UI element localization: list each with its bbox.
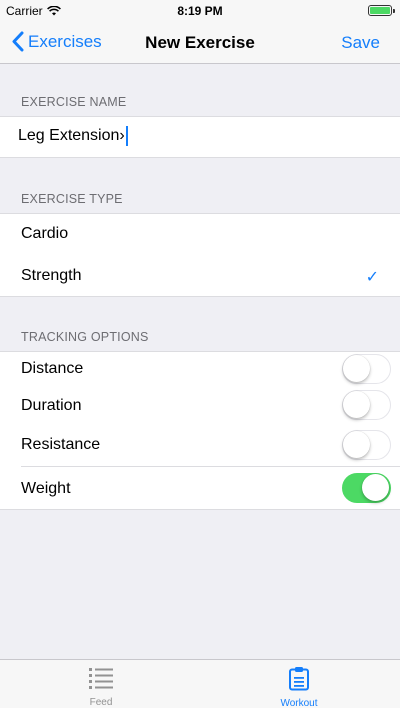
option-label: Cardio — [21, 225, 69, 242]
tracking-row-resistance: Resistance — [0, 425, 400, 466]
tracking-row-weight: Weight — [0, 467, 400, 510]
exercise-name-field[interactable]: Leg Extension› — [18, 126, 128, 146]
exercise-type-option-cardio[interactable]: Cardio — [0, 213, 400, 255]
page-title: New Exercise — [145, 33, 255, 52]
tab-bar: Feed Workout — [0, 659, 400, 708]
tab-workout[interactable]: Workout — [259, 666, 339, 708]
tab-feed[interactable]: Feed — [61, 666, 141, 708]
status-bar: Carrier 8:19 PM — [0, 0, 400, 22]
text-cursor — [125, 126, 128, 146]
toggle-knob — [362, 474, 389, 501]
weight-toggle[interactable] — [342, 473, 391, 503]
distance-toggle[interactable] — [342, 354, 391, 384]
toggle-knob — [343, 355, 370, 382]
exercise-name-value: Leg Extension› — [18, 127, 125, 144]
clipboard-icon — [289, 667, 309, 691]
tab-workout-label: Workout — [280, 698, 318, 708]
tracking-label: Resistance — [21, 436, 101, 453]
status-time: 8:19 PM — [177, 4, 223, 18]
save-button[interactable]: Save — [341, 33, 380, 53]
tracking-label: Distance — [21, 360, 84, 377]
exercise-type-option-strength[interactable]: Strength ✓ — [0, 255, 400, 297]
tab-feed-label: Feed — [89, 697, 113, 708]
tracking-label: Duration — [21, 397, 82, 414]
option-label: Strength — [21, 267, 82, 284]
toggle-knob — [343, 431, 370, 458]
checkmark-icon: ✓ — [365, 269, 379, 286]
resistance-toggle[interactable] — [342, 430, 391, 460]
exercise-type-header: EXERCISE TYPE — [21, 192, 123, 206]
duration-toggle[interactable] — [342, 390, 391, 420]
exercise-name-header: EXERCISE NAME — [21, 95, 127, 109]
tracking-row-distance: Distance — [0, 351, 400, 387]
battery-icon — [368, 5, 395, 16]
tracking-label: Weight — [21, 480, 71, 497]
tracking-options-header: TRACKING OPTIONS — [21, 330, 149, 344]
tracking-row-duration: Duration — [0, 387, 400, 425]
list-icon — [89, 668, 113, 689]
toggle-knob — [343, 391, 370, 418]
navigation-bar: Exercises New Exercise Save — [0, 22, 400, 64]
